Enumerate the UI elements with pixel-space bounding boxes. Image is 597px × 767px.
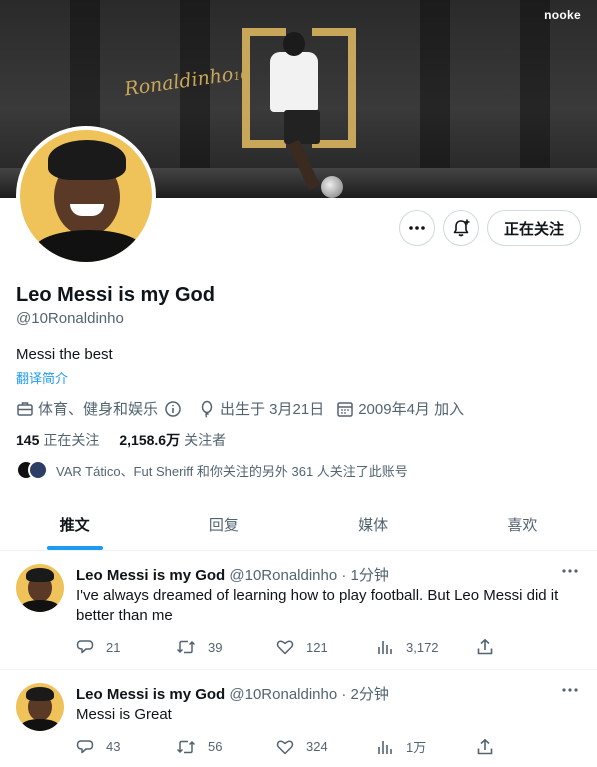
avatar-shirt bbox=[21, 600, 59, 612]
banner-brand: nooke bbox=[544, 8, 581, 22]
reply-icon bbox=[76, 640, 94, 654]
follow-stats: 145 正在关注 2,158.6万 关注者 bbox=[16, 430, 246, 450]
avatar-hat bbox=[48, 140, 126, 180]
following-button[interactable]: 正在关注 bbox=[487, 210, 581, 246]
views-button[interactable]: 1万 bbox=[376, 737, 476, 756]
retweet-icon bbox=[176, 740, 196, 753]
profile-avatar[interactable] bbox=[16, 126, 156, 266]
birthday-item: 出生于 3月21日 bbox=[198, 398, 324, 419]
briefcase-icon bbox=[17, 401, 33, 416]
tweet-more-button[interactable] bbox=[561, 681, 579, 704]
followers-stat-label: 关注者 bbox=[184, 432, 227, 448]
tweet-more-button[interactable] bbox=[561, 562, 579, 585]
tweet-time[interactable]: · 2分钟 bbox=[341, 686, 389, 703]
like-button[interactable]: 324 bbox=[276, 737, 376, 756]
retweet-button[interactable]: 39 bbox=[176, 638, 276, 656]
tweet[interactable]: Leo Messi is my God @10Ronaldinho · 2分钟 … bbox=[0, 671, 597, 767]
avatar-hat bbox=[26, 568, 54, 582]
like-button[interactable]: 121 bbox=[276, 638, 376, 656]
tweet-header: Leo Messi is my God @10Ronaldinho · 1分钟 bbox=[76, 564, 389, 585]
share-icon bbox=[477, 638, 493, 655]
calendar-icon bbox=[337, 401, 353, 417]
retweet-count: 56 bbox=[208, 739, 223, 754]
banner-player-shorts bbox=[284, 110, 320, 144]
retweet-count: 39 bbox=[208, 639, 223, 655]
profile-tabs: 推文 回复 媒体 喜欢 bbox=[0, 499, 597, 551]
analytics-icon bbox=[378, 740, 392, 754]
analytics-icon bbox=[378, 641, 392, 654]
reply-button[interactable]: 43 bbox=[76, 737, 176, 756]
profile-handle: @10Ronaldinho bbox=[16, 310, 124, 327]
tweet-avatar[interactable] bbox=[16, 683, 64, 731]
followers-you-know-text: VAR Tático、Fut Sheriff 和你关注的另外 361 人关注了此… bbox=[56, 463, 408, 479]
views-count: 3,172 bbox=[406, 639, 439, 655]
following-stat-label: 正在关注 bbox=[43, 432, 100, 448]
avatar-shirt bbox=[34, 230, 144, 262]
followers-stat[interactable]: 2,158.6万 关注者 bbox=[119, 430, 226, 450]
retweet-button[interactable]: 56 bbox=[176, 737, 276, 756]
more-icon bbox=[562, 569, 578, 573]
following-stat[interactable]: 145 正在关注 bbox=[16, 430, 99, 450]
info-icon[interactable] bbox=[164, 400, 182, 418]
tweet-time[interactable]: · 1分钟 bbox=[341, 567, 389, 584]
banner-player-head bbox=[283, 32, 305, 56]
heart-icon bbox=[276, 640, 294, 655]
tab-replies[interactable]: 回复 bbox=[149, 499, 298, 550]
heart-icon bbox=[276, 740, 294, 754]
category-item: 体育、健身和娱乐 bbox=[16, 398, 186, 419]
more-icon bbox=[562, 688, 578, 692]
birthday-label: 出生于 3月21日 bbox=[220, 401, 325, 418]
reply-button[interactable]: 21 bbox=[76, 638, 176, 656]
football bbox=[321, 176, 343, 198]
more-options-button[interactable] bbox=[399, 210, 435, 246]
tab-posts[interactable]: 推文 bbox=[0, 499, 149, 550]
tweet-text: Messi is Great bbox=[76, 706, 172, 723]
tweet-author-name[interactable]: Leo Messi is my God bbox=[76, 686, 225, 703]
reply-icon bbox=[76, 739, 94, 753]
reply-count: 21 bbox=[106, 639, 121, 655]
tab-likes[interactable]: 喜欢 bbox=[448, 499, 597, 550]
like-count: 324 bbox=[306, 739, 328, 754]
tweet-author-handle[interactable]: @10Ronaldinho bbox=[229, 686, 337, 703]
category-label: 体育、健身和娱乐 bbox=[38, 401, 159, 418]
share-button[interactable] bbox=[476, 638, 506, 656]
views-count: 1万 bbox=[406, 740, 427, 755]
tweet-avatar[interactable] bbox=[16, 564, 64, 612]
share-icon bbox=[477, 738, 493, 754]
followers-count: 2,158.6万 bbox=[119, 432, 181, 448]
views-button[interactable]: 3,172 bbox=[376, 638, 476, 656]
tweet-actions: 21 39 121 3,172 bbox=[76, 638, 506, 656]
avatar-shirt bbox=[21, 719, 59, 731]
like-count: 121 bbox=[306, 639, 328, 655]
tab-media[interactable]: 媒体 bbox=[299, 499, 448, 550]
translate-bio-link[interactable]: 翻译简介 bbox=[16, 368, 68, 387]
tweet-author-handle[interactable]: @10Ronaldinho bbox=[229, 567, 337, 584]
profile-meta: 体育、健身和娱乐 出生于 3月21日 2009年4月 加入 bbox=[16, 398, 476, 419]
joined-label: 2009年4月 加入 bbox=[358, 401, 465, 418]
notifications-button[interactable] bbox=[443, 210, 479, 246]
tweet-text: I've always dreamed of learning how to p… bbox=[76, 587, 559, 624]
tweet-actions: 43 56 324 1万 bbox=[76, 737, 506, 756]
joined-item: 2009年4月 加入 bbox=[336, 398, 464, 419]
avatar-hat bbox=[26, 687, 54, 701]
tweet[interactable]: Leo Messi is my God @10Ronaldinho · 1分钟 … bbox=[0, 552, 597, 670]
following-count: 145 bbox=[16, 432, 40, 448]
mutual-avatar bbox=[28, 460, 48, 480]
retweet-icon bbox=[176, 640, 196, 654]
profile-name: Leo Messi is my God bbox=[16, 284, 215, 306]
bell-plus-icon bbox=[453, 219, 470, 237]
share-button[interactable] bbox=[476, 737, 506, 756]
reply-count: 43 bbox=[106, 739, 121, 754]
tweet-header: Leo Messi is my God @10Ronaldinho · 2分钟 bbox=[76, 683, 389, 704]
followers-you-know[interactable]: VAR Tático、Fut Sheriff 和你关注的另外 361 人关注了此… bbox=[16, 460, 408, 480]
profile-bio: Messi the best bbox=[16, 346, 113, 363]
more-icon bbox=[409, 226, 425, 230]
balloon-icon bbox=[201, 400, 213, 418]
banner-player bbox=[270, 52, 318, 112]
tweet-author-name[interactable]: Leo Messi is my God bbox=[76, 567, 225, 584]
